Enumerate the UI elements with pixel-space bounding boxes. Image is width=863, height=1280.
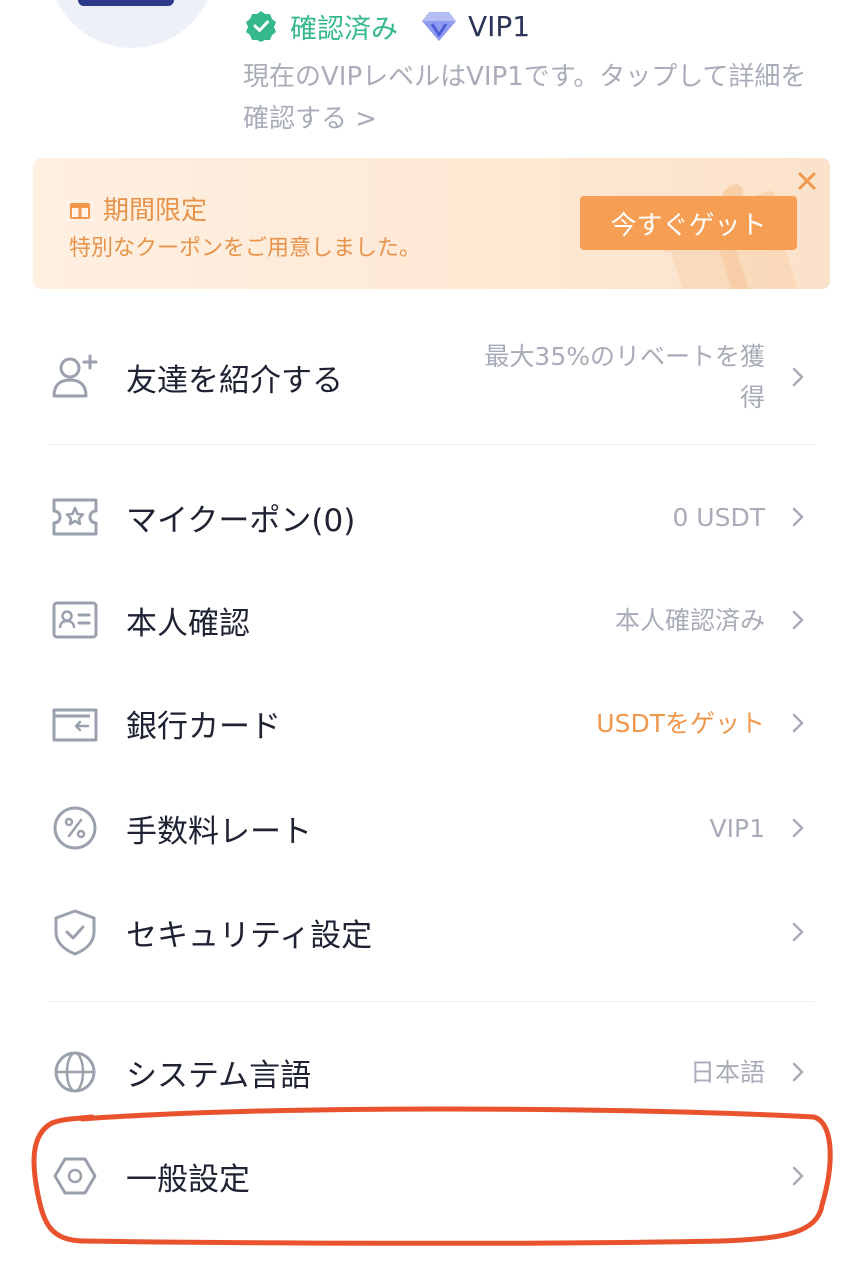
- menu-item-value: 最大35%のリベートを獲得: [484, 342, 765, 412]
- menu-item-language[interactable]: システム言語 日本語: [48, 1047, 815, 1097]
- shield-check-icon: [48, 905, 102, 959]
- globe-icon: [48, 1045, 102, 1099]
- divider: [48, 444, 815, 445]
- menu-item-value: USDTをゲット: [596, 708, 765, 738]
- menu-item-label: マイクーポン(0): [126, 502, 356, 539]
- vip-description-link[interactable]: 現在のVIPレベルはVIP1です。タップして詳細を確認する >: [243, 56, 823, 140]
- menu-item-value: 日本語: [689, 1057, 765, 1087]
- menu-item-label: 本人確認: [126, 605, 250, 642]
- status-badges: 確認済み VIP1: [244, 6, 530, 46]
- percent-icon: [48, 801, 102, 855]
- chevron-right-icon: [792, 507, 804, 527]
- menu-item-label: 手数料レート: [126, 813, 312, 850]
- ticket-icon: [48, 490, 102, 544]
- verified-label: 確認済み: [290, 13, 398, 45]
- divider: [48, 1001, 815, 1002]
- promo-title: 期間限定: [69, 190, 207, 227]
- avatar[interactable]: [48, 0, 216, 48]
- gift-icon: [70, 202, 90, 219]
- menu-item-label: 銀行カード: [126, 708, 281, 745]
- menu-item-security[interactable]: セキュリティ設定: [48, 907, 815, 957]
- chevron-right-icon: [792, 713, 804, 733]
- chevron-right-icon: [792, 367, 804, 387]
- promo-subtitle: 特別なクーポンをご用意しました。: [69, 236, 422, 261]
- close-icon[interactable]: [794, 168, 820, 194]
- menu-item-value: 本人確認済み: [614, 605, 765, 635]
- avatar-image: [78, 0, 174, 6]
- menu-item-fee-rate[interactable]: 手数料レート VIP1: [48, 803, 815, 853]
- menu-item-value: VIP1: [709, 813, 765, 843]
- menu-item-value: 0 USDT: [672, 502, 765, 532]
- diamond-icon: [422, 12, 456, 41]
- chevron-right-icon: [792, 610, 804, 630]
- get-now-button[interactable]: 今すぐゲット: [580, 196, 797, 250]
- red-highlight-annotation: [31, 1106, 833, 1246]
- menu-item-kyc[interactable]: 本人確認 本人確認済み: [48, 595, 815, 645]
- chevron-right-icon: [792, 818, 804, 838]
- menu-item-label: システム言語: [126, 1057, 312, 1094]
- menu-item-label: 友達を紹介する: [126, 362, 343, 399]
- menu-item-bank-card[interactable]: 銀行カード USDTをゲット: [48, 698, 815, 748]
- wallet-icon: [48, 696, 102, 750]
- chevron-right-icon: [792, 1062, 804, 1082]
- add-user-icon: [48, 350, 102, 404]
- id-card-icon: [48, 593, 102, 647]
- menu-item-label: セキュリティ設定: [126, 917, 373, 954]
- promo-banner[interactable]: 期間限定 特別なクーポンをご用意しました。 今すぐゲット: [33, 158, 830, 289]
- promo-title-text: 期間限定: [103, 196, 208, 226]
- chevron-right-icon: [792, 922, 804, 942]
- vip-level[interactable]: VIP1: [468, 10, 530, 43]
- menu-item-coupons[interactable]: マイクーポン(0) 0 USDT: [48, 492, 815, 542]
- verified-icon: [246, 11, 276, 42]
- menu-item-invite[interactable]: 友達を紹介する 最大35%のリベートを獲得: [48, 336, 815, 418]
